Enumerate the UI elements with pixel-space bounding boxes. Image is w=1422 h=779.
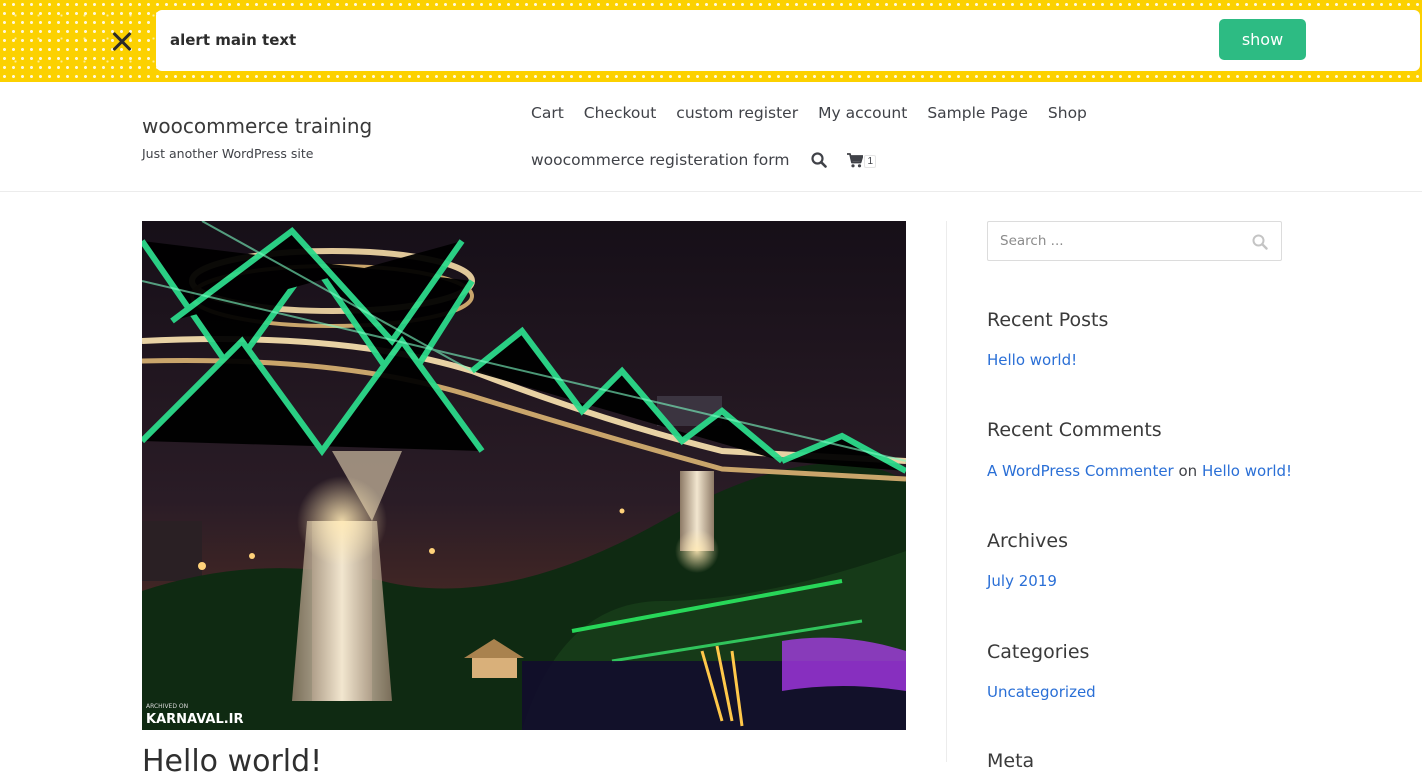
primary-nav-row2: woocommerce registeration form 1 xyxy=(531,151,876,169)
site-header: woocommerce training Just another WordPr… xyxy=(0,82,1422,192)
cart-icon[interactable]: 1 xyxy=(847,152,876,168)
show-button[interactable]: show xyxy=(1219,19,1306,60)
sidebar-search xyxy=(987,221,1282,261)
image-watermark: KARNAVAL.IR xyxy=(146,712,244,727)
category-link[interactable]: Uncategorized xyxy=(987,683,1096,701)
nav-item-custom-register[interactable]: custom register xyxy=(676,104,798,122)
cart-count-badge: 1 xyxy=(864,154,876,168)
nav-item-cart[interactable]: Cart xyxy=(531,104,564,122)
nav-item-my-account[interactable]: My account xyxy=(818,104,907,122)
meta-title: Meta xyxy=(987,750,1035,772)
categories-title: Categories xyxy=(987,641,1090,663)
nav-item-checkout[interactable]: Checkout xyxy=(584,104,657,122)
content-divider xyxy=(946,221,947,762)
search-submit-icon[interactable] xyxy=(1252,234,1268,250)
image-small-caption: ARCHIVED ON xyxy=(146,703,188,710)
alert-box: alert main text show xyxy=(156,10,1420,71)
nav-item-sample-page[interactable]: Sample Page xyxy=(927,104,1028,122)
nav-item-registration-form[interactable]: woocommerce registeration form xyxy=(531,151,789,169)
archive-link[interactable]: July 2019 xyxy=(987,572,1057,590)
search-input[interactable] xyxy=(988,222,1238,260)
recent-post-link[interactable]: Hello world! xyxy=(987,351,1077,369)
recent-posts-title: Recent Posts xyxy=(987,309,1109,331)
comment-post-link[interactable]: Hello world! xyxy=(1202,462,1292,480)
primary-nav: Cart Checkout custom register My account… xyxy=(531,104,1107,122)
alert-bar: alert main text show xyxy=(0,0,1422,82)
comment-author-link[interactable]: A WordPress Commenter xyxy=(987,462,1174,480)
recent-comments-title: Recent Comments xyxy=(987,419,1162,441)
site-title[interactable]: woocommerce training xyxy=(142,114,372,138)
close-icon[interactable] xyxy=(108,28,136,56)
nav-item-shop[interactable]: Shop xyxy=(1048,104,1087,122)
site-tagline: Just another WordPress site xyxy=(142,146,314,161)
featured-image[interactable]: ARCHIVED ON KARNAVAL.IR xyxy=(142,221,906,730)
search-icon[interactable] xyxy=(811,152,828,168)
alert-text: alert main text xyxy=(170,31,297,49)
recent-comment-item: A WordPress Commenter on Hello world! xyxy=(987,462,1292,480)
archives-title: Archives xyxy=(987,530,1068,552)
comment-on-text: on xyxy=(1178,462,1198,480)
